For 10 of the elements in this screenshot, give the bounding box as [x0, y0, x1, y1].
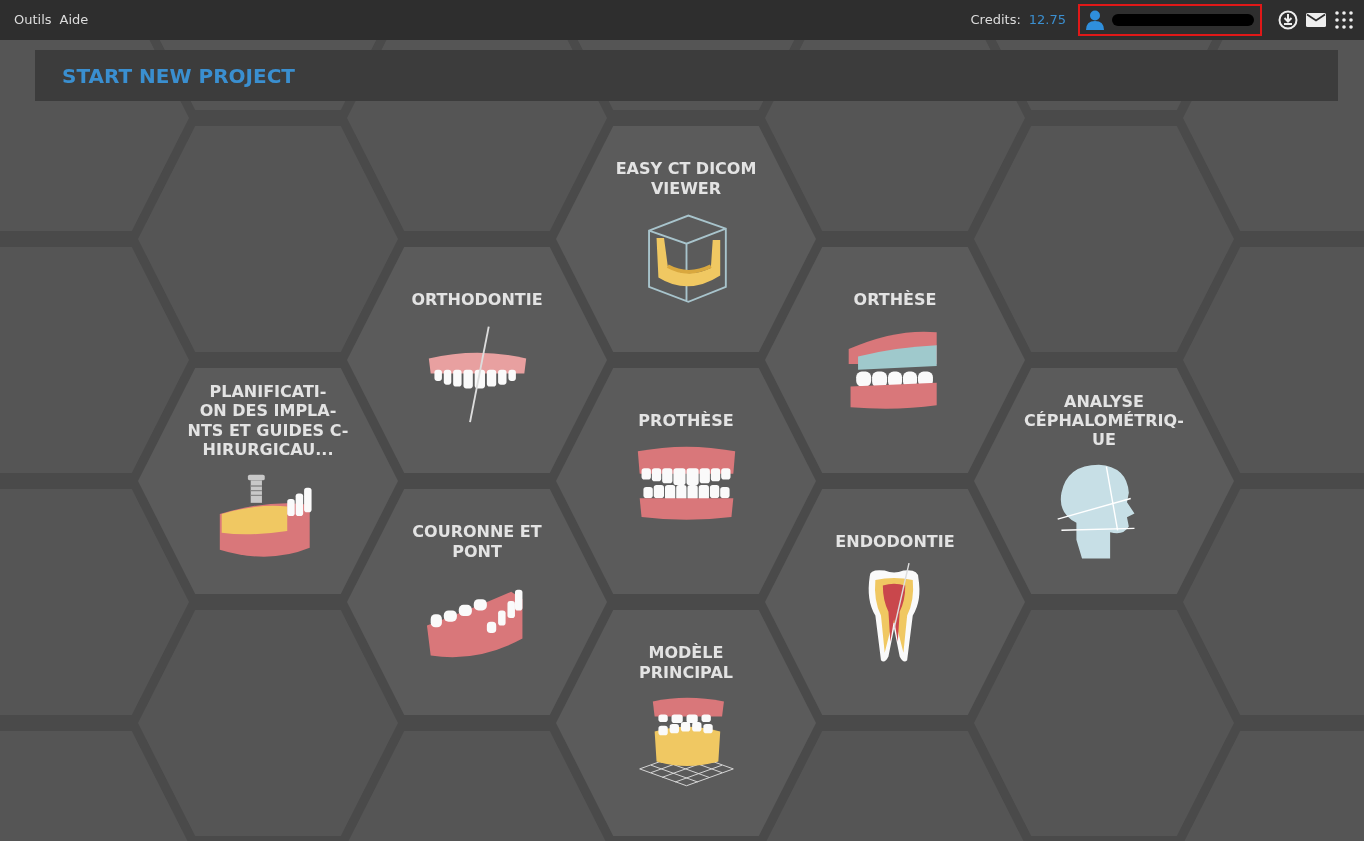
- header-title: START NEW PROJECT: [62, 62, 295, 90]
- apps-grid-icon[interactable]: [1334, 10, 1354, 30]
- menu-item[interactable]: Aide: [59, 10, 89, 30]
- download-icon[interactable]: [1278, 10, 1298, 30]
- credits-value: 12.75: [1028, 11, 1066, 30]
- mail-icon[interactable]: [1306, 13, 1326, 27]
- user-icon: [1086, 10, 1104, 30]
- menu-item[interactable]: Outils: [14, 10, 52, 30]
- credits-label: Credits:: [970, 11, 1021, 30]
- user-account-box[interactable]: [1078, 4, 1262, 36]
